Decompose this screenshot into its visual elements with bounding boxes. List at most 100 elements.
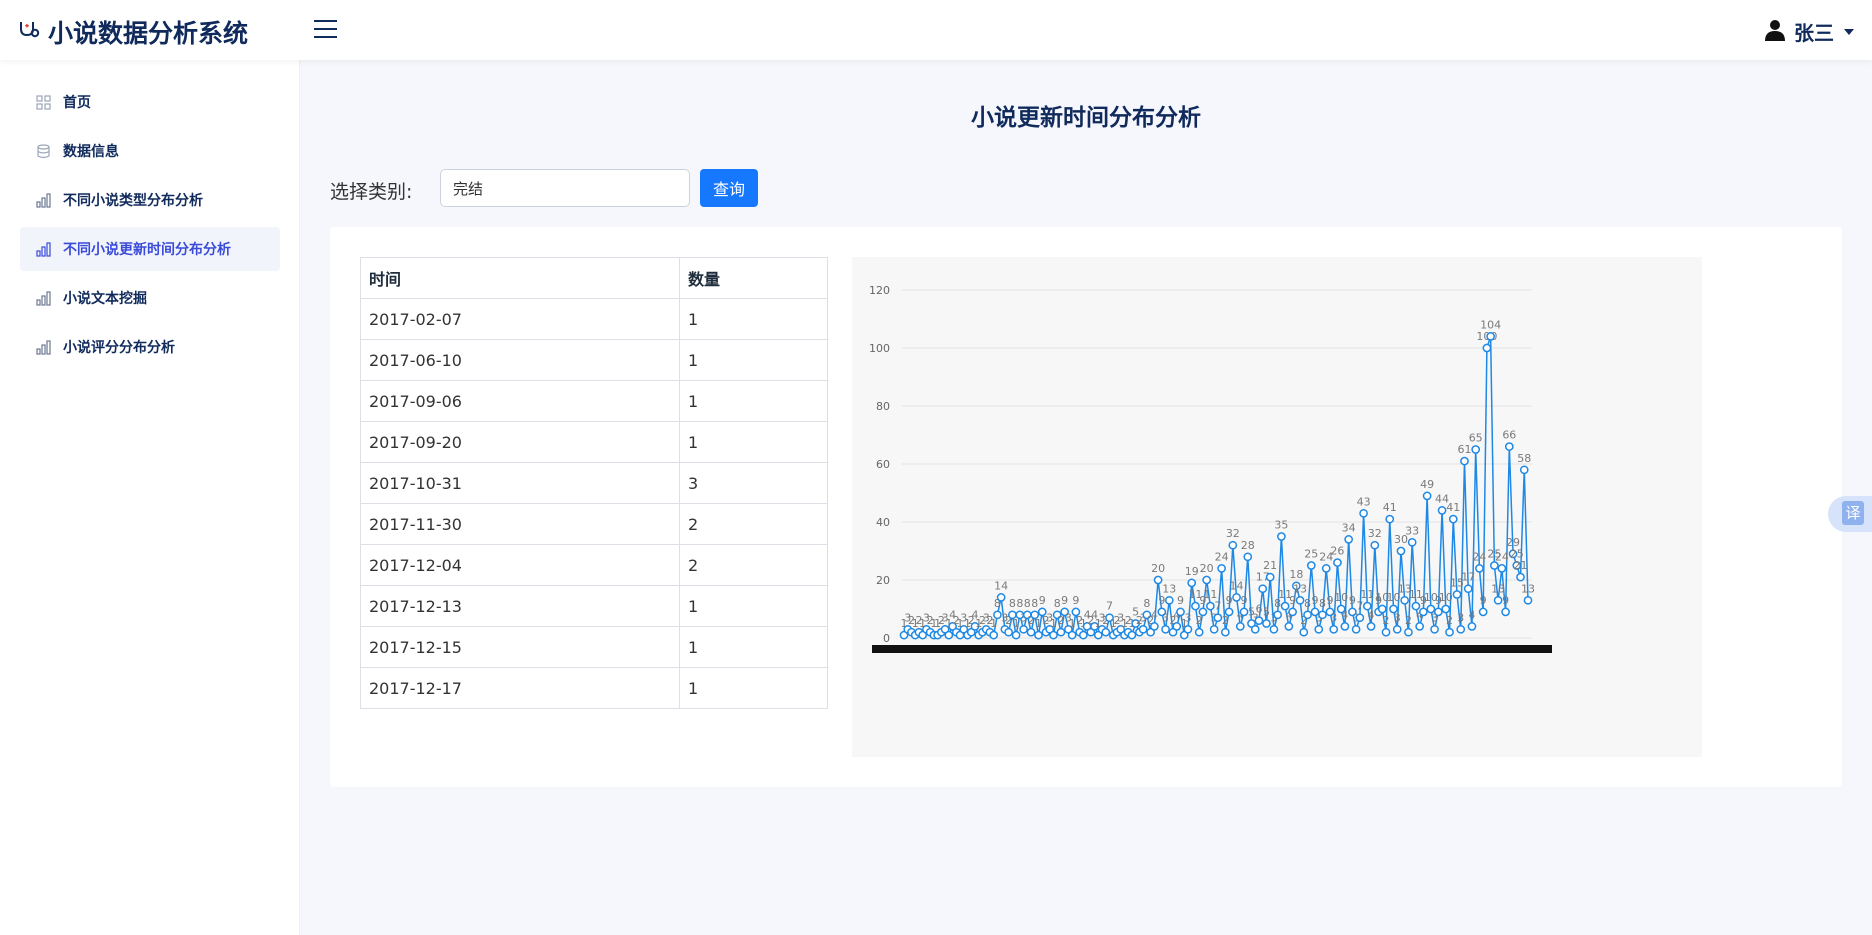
data-point bbox=[1486, 332, 1495, 341]
data-point bbox=[1377, 604, 1387, 614]
data-label: 8 bbox=[1054, 597, 1061, 610]
data-label: 5 bbox=[1263, 606, 1270, 619]
user-menu[interactable]: 张三 bbox=[1764, 17, 1854, 46]
table-row: 2017-12-13 1 bbox=[360, 585, 828, 627]
data-point bbox=[1206, 601, 1215, 611]
data-label: 4 bbox=[1368, 608, 1375, 621]
sidebar-item-text-mining[interactable]: 小说文本挖掘 bbox=[20, 276, 280, 320]
data-point bbox=[1306, 561, 1316, 570]
data-point bbox=[1172, 622, 1182, 631]
data-label: 9 bbox=[1349, 594, 1356, 607]
data-point bbox=[1239, 607, 1249, 617]
translate-button[interactable]: 译 bbox=[1828, 496, 1872, 532]
data-label: 3 bbox=[1330, 611, 1337, 624]
data-label: 61 bbox=[1457, 443, 1471, 456]
sidebar: 首页 数据信息 不同小说类型分布分析 不同小说更新时间分布分析 小说文本挖掘 小… bbox=[0, 60, 300, 935]
data-label: 1 bbox=[990, 617, 997, 630]
table-cell: 2017-12-15 bbox=[360, 626, 680, 668]
data-label: 41 bbox=[1446, 501, 1460, 514]
data-point bbox=[1452, 590, 1462, 599]
data-point bbox=[1355, 613, 1365, 623]
data-label: 8 bbox=[1024, 597, 1031, 610]
data-label: 21 bbox=[1514, 559, 1528, 572]
data-label: 26 bbox=[1330, 545, 1344, 558]
app-title: 小说数据分析系统 bbox=[48, 19, 249, 48]
data-point bbox=[1127, 630, 1137, 640]
table-cell: 2017-12-04 bbox=[360, 544, 680, 586]
data-point bbox=[1235, 622, 1245, 631]
bar-chart-icon bbox=[36, 339, 51, 355]
data-label: 8 bbox=[1009, 597, 1016, 610]
column-header-time: 时间 bbox=[360, 257, 680, 299]
data-point bbox=[1441, 604, 1451, 614]
data-point bbox=[989, 630, 999, 640]
data-point bbox=[1433, 607, 1443, 617]
data-point bbox=[1437, 506, 1447, 515]
table-cell: 2017-06-10 bbox=[360, 339, 680, 381]
data-label: 4 bbox=[1151, 608, 1158, 621]
data-label: 3 bbox=[1394, 611, 1401, 624]
data-point bbox=[1202, 575, 1212, 585]
data-point bbox=[1430, 624, 1439, 634]
data-label: 8 bbox=[1031, 597, 1038, 610]
table-row: 2017-11-30 2 bbox=[360, 503, 828, 545]
y-tick-label: 100 bbox=[869, 342, 890, 355]
data-point bbox=[1228, 540, 1238, 550]
data-label: 2 bbox=[1446, 614, 1453, 627]
query-button[interactable]: 查询 bbox=[700, 169, 758, 207]
data-point bbox=[1359, 508, 1368, 518]
user-name: 张三 bbox=[1794, 21, 1834, 45]
data-label: 10 bbox=[1439, 591, 1453, 604]
sidebar-item-type-distribution[interactable]: 不同小说类型分布分析 bbox=[20, 178, 280, 222]
y-tick-label: 0 bbox=[883, 632, 890, 645]
menu-toggle-icon[interactable] bbox=[314, 20, 337, 40]
data-label: 9 bbox=[1039, 594, 1046, 607]
data-label: 10 bbox=[1334, 591, 1348, 604]
data-point bbox=[1295, 595, 1305, 605]
sidebar-item-rating-distribution[interactable]: 小说评分分布分析 bbox=[20, 325, 280, 369]
data-point bbox=[1504, 442, 1514, 451]
data-point bbox=[1482, 343, 1492, 353]
data-point bbox=[1471, 445, 1481, 454]
data-label: 43 bbox=[1357, 495, 1371, 508]
data-point bbox=[1213, 613, 1223, 623]
data-point bbox=[1396, 546, 1406, 556]
data-label: 9 bbox=[1061, 594, 1068, 607]
table-cell: 2017-12-17 bbox=[360, 667, 680, 709]
data-label: 9 bbox=[1072, 594, 1079, 607]
data-point bbox=[1277, 532, 1286, 541]
data-point bbox=[1194, 627, 1204, 637]
column-header-count: 数量 bbox=[679, 257, 828, 299]
data-point bbox=[1516, 572, 1525, 582]
data-label: 8 bbox=[1319, 597, 1326, 610]
sidebar-item-update-time-distribution[interactable]: 不同小说更新时间分布分析 bbox=[20, 227, 280, 271]
data-point bbox=[1191, 601, 1200, 611]
data-point bbox=[1523, 595, 1533, 605]
data-point bbox=[1079, 630, 1088, 640]
brand: 小说数据分析系统 bbox=[18, 14, 248, 50]
data-point bbox=[1176, 607, 1185, 617]
y-tick-label: 60 bbox=[876, 458, 890, 471]
data-label: 8 bbox=[1304, 597, 1311, 610]
data-point bbox=[1019, 624, 1028, 634]
category-input[interactable] bbox=[440, 169, 690, 207]
data-label: 4 bbox=[1341, 608, 1348, 621]
user-icon bbox=[1764, 19, 1786, 45]
translate-label: 译 bbox=[1842, 501, 1864, 525]
data-label: 25 bbox=[1304, 548, 1318, 561]
data-point bbox=[1273, 610, 1283, 620]
data-label: 28 bbox=[1241, 539, 1255, 552]
data-label: 3 bbox=[1184, 611, 1191, 624]
data-label: 9 bbox=[1289, 594, 1296, 607]
data-point bbox=[1250, 624, 1260, 634]
bar-chart-icon bbox=[36, 192, 51, 208]
data-point bbox=[1262, 619, 1271, 628]
data-point bbox=[1456, 624, 1466, 634]
data-point bbox=[1284, 622, 1294, 631]
sidebar-item-data-info[interactable]: 数据信息 bbox=[20, 129, 280, 173]
data-point bbox=[1004, 627, 1013, 637]
data-label: 65 bbox=[1469, 432, 1483, 445]
data-point bbox=[1303, 610, 1312, 620]
sidebar-item-home[interactable]: 首页 bbox=[20, 80, 280, 124]
data-label: 14 bbox=[1230, 579, 1244, 592]
